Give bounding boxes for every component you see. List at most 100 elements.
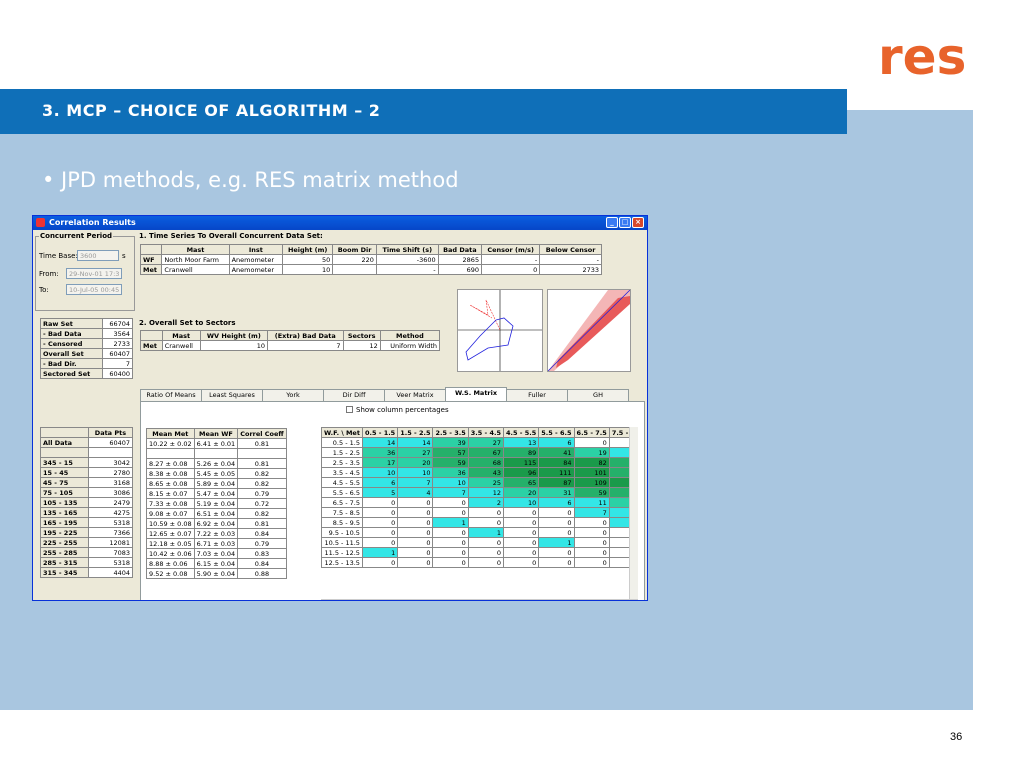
column-header: WV Height (m) [199, 330, 269, 341]
table-row: 0.5 - 1.51414392713600100 [321, 437, 629, 448]
table-row: 315 - 345 4404 [40, 567, 134, 578]
table-cell: 5.45 ± 0.05 [193, 468, 239, 479]
matrix-viewport[interactable]: W.F. \ Met 0.5 - 1.5 1.5 - 2.5 2.5 - 3.5 3.5… [321, 427, 629, 599]
matrix-cell: 20 [397, 457, 434, 468]
bullet-text: • JPD methods, e.g. RES matrix method [42, 168, 459, 192]
matrix-cell: 19 [573, 447, 610, 458]
minimize-button[interactable]: _ [606, 217, 618, 228]
matrix-cell: 0 [503, 547, 540, 558]
table-row: - Bad Dir. 7 [40, 358, 134, 369]
column-header: 3.5 - 4.5 [467, 427, 505, 438]
timeseries-table: Mast Inst Height (m) Boom Dir Time Shift (s)… [139, 244, 602, 275]
matrix-cell: 8 [608, 507, 629, 518]
matrix-cell: 68 [608, 467, 629, 478]
table-cell: 0.79 [237, 538, 287, 549]
matrix-cell: 0 [538, 557, 575, 568]
table-cell: 10.22 ± 0.02 [146, 438, 195, 449]
matrix-cell: 5 [361, 487, 399, 498]
matrix-cell: 45 [608, 457, 629, 468]
table-cell: 0.88 [237, 568, 287, 579]
table-row: 11.5 - 12.510000000000 [321, 547, 629, 558]
matrix-cell: 0 [432, 547, 469, 558]
matrix-cell: 6 [538, 437, 575, 448]
matrix-cell: 0 [397, 537, 434, 548]
column-header: Correl Coeff [237, 428, 287, 439]
raw-set-table: Raw Set 66704- Bad Data 3564- Censored 2733… [40, 318, 134, 379]
column-percentages-checkbox[interactable] [346, 406, 353, 413]
matrix-cell: 59 [573, 487, 610, 498]
matrix-horizontal-scrollbar[interactable] [321, 599, 638, 600]
matrix-cell: 0 [503, 517, 540, 528]
window-titlebar: Correlation Results _ □ × [33, 216, 647, 230]
table-cell: -3600 [375, 254, 439, 265]
column-header: Mast [161, 330, 201, 341]
table-row: 8.38 ± 0.08 5.45 ± 0.05 0.82 [146, 468, 287, 479]
timebase-select[interactable]: 3600 [77, 250, 119, 261]
matrix-cell: 0 [361, 537, 399, 548]
table-cell: Cranwell [161, 340, 201, 351]
table-cell: 7 [101, 358, 134, 369]
tab-gh[interactable]: GH [567, 389, 629, 401]
tab-veer-matrix[interactable]: Veer Matrix [384, 389, 446, 401]
sectors-table: Mast WV Height (m) (Extra) Bad Data Sectors… [140, 330, 441, 351]
matrix-cell: 10 [432, 477, 469, 488]
table-cell: Met [139, 264, 163, 275]
matrix-cell: 0 [467, 547, 505, 558]
table-cell: 7366 [87, 527, 134, 538]
matrix-cell: 0 [432, 557, 469, 568]
to-field[interactable]: 10-Jul-05 00:45 [66, 284, 122, 295]
tab-least-squares[interactable]: Least Squares [201, 389, 263, 401]
table-row: 6.5 - 7.500021061125497383 [321, 497, 629, 508]
matrix-cell: 0 [397, 517, 434, 528]
table-row: 8.27 ± 0.08 5.26 ± 0.04 0.81 [146, 458, 287, 469]
table-row: - Bad Data 3564 [40, 328, 134, 339]
table-row: WF North Moor Farm Anemometer 50 220 -3600 286… [139, 254, 602, 265]
tab-ratio-of-means[interactable]: Ratio Of Means [140, 389, 202, 401]
tab-fuller[interactable]: Fuller [506, 389, 568, 401]
table-cell: Anemometer [228, 264, 284, 275]
tab-dir-diff[interactable]: Dir Diff [323, 389, 385, 401]
matrix-cell: 0 [573, 437, 610, 448]
tab-york[interactable]: York [262, 389, 324, 401]
table-row: 7.5 - 8.500000078203264 [321, 507, 629, 518]
table-cell: Anemometer [228, 254, 284, 265]
row-label: 2.5 - 3.5 [321, 457, 363, 468]
window-title: Correlation Results [49, 218, 136, 227]
matrix-cell: 0 [538, 517, 575, 528]
column-header: 0.5 - 1.5 [361, 427, 399, 438]
table-row: 8.88 ± 0.06 6.15 ± 0.04 0.84 [146, 558, 287, 569]
matrix-cell: 59 [432, 457, 469, 468]
maximize-button[interactable]: □ [619, 217, 631, 228]
table-cell: 60407 [101, 348, 134, 359]
close-button[interactable]: × [632, 217, 644, 228]
table-header-row: Mast Inst Height (m) Boom Dir Time Shift (s)… [139, 244, 602, 255]
table-cell: 8.65 ± 0.08 [146, 478, 195, 489]
column-header: Method [379, 330, 441, 341]
table-row: 135 - 165 4275 [40, 507, 134, 518]
table-cell [332, 264, 377, 275]
table-row: 10.5 - 11.500000100100 [321, 537, 629, 548]
matrix-cell: 1 [467, 527, 505, 538]
table-cell: 60407 [87, 437, 134, 448]
matrix-cell: 11 [573, 497, 610, 508]
row-label: 105 - 135 [40, 497, 89, 508]
table-row: 105 - 135 2479 [40, 497, 134, 508]
matrix-cell: 2 [467, 497, 505, 508]
row-label: - Bad Data [40, 328, 103, 339]
table-header-row: Data Pts [40, 427, 134, 438]
table-cell: 6.71 ± 0.03 [193, 538, 239, 549]
table-cell: 5.90 ± 0.04 [193, 568, 239, 579]
row-label: 3.5 - 4.5 [321, 467, 363, 478]
column-header: 2.5 - 3.5 [432, 427, 469, 438]
from-field[interactable]: 29-Nov-01 17:3 [66, 268, 122, 279]
matrix-cell: 13 [503, 437, 540, 448]
table-row: Met Cranwell Anemometer 10 -690 0 2733 [139, 264, 602, 275]
matrix-vertical-scrollbar[interactable] [629, 427, 638, 599]
table-row [40, 447, 134, 458]
matrix-corner-header: W.F. \ Met [321, 427, 363, 438]
matrix-cell: 7 [432, 487, 469, 498]
row-label: 45 - 75 [40, 477, 89, 488]
tab-w-s-matrix[interactable]: W.S. Matrix [445, 387, 507, 401]
table-cell: 7083 [87, 547, 134, 558]
table-cell: 6.92 ± 0.04 [193, 518, 239, 529]
